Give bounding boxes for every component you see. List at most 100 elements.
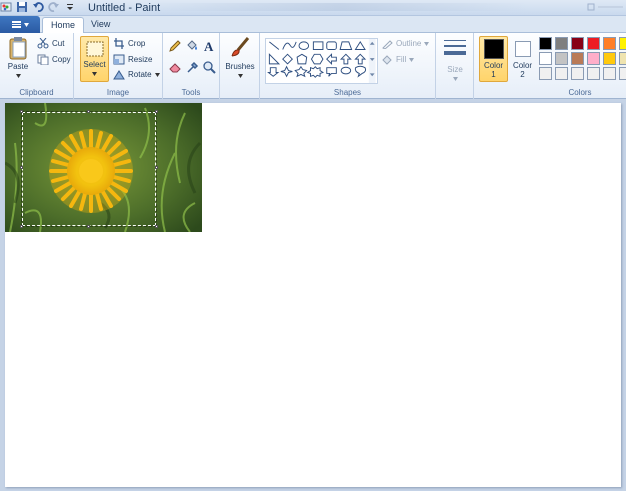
- paste-label: Paste: [7, 62, 29, 71]
- palette-swatch[interactable]: [571, 37, 584, 50]
- resize-handle[interactable]: [87, 225, 90, 228]
- palette-swatch[interactable]: [587, 67, 600, 80]
- fill-button[interactable]: Fill: [381, 54, 415, 65]
- resize-handle[interactable]: [155, 110, 158, 113]
- palette-swatch[interactable]: [555, 67, 568, 80]
- resize-handle[interactable]: [87, 110, 90, 113]
- outline-button[interactable]: Outline: [381, 38, 430, 49]
- quick-access-toolbar: [0, 1, 76, 13]
- resize-handle[interactable]: [20, 110, 23, 113]
- palette-swatch[interactable]: [603, 67, 616, 80]
- ribbon-tab-bar: Home View: [0, 16, 626, 34]
- color-2-swatch: [514, 41, 531, 57]
- chevron-down-icon: [452, 77, 458, 81]
- eraser-icon[interactable]: [168, 60, 182, 74]
- tools-group-label: Tools: [181, 88, 201, 97]
- resize-handle[interactable]: [155, 166, 158, 169]
- copy-label: Copy: [52, 55, 71, 64]
- colors-group-label: Colors: [568, 88, 592, 97]
- clipboard-group-label: Clipboard: [19, 88, 54, 97]
- pencil-icon[interactable]: [168, 39, 182, 53]
- palette-swatch[interactable]: [619, 67, 626, 80]
- outline-icon: [382, 40, 393, 49]
- file-menu-icon: [11, 21, 21, 28]
- ribbon: Paste Cut Copy Clipboard Select Crop Res…: [0, 33, 626, 99]
- tab-home[interactable]: Home: [42, 17, 85, 34]
- copy-button[interactable]: Copy: [37, 54, 71, 65]
- undo-icon[interactable]: [32, 1, 44, 13]
- palette-swatch[interactable]: [555, 37, 568, 50]
- chevron-down-icon: [15, 74, 21, 78]
- cut-label: Cut: [52, 39, 65, 48]
- image-group: Select Crop Resize Rotate Image: [74, 33, 163, 99]
- fill-bucket-icon[interactable]: [185, 39, 199, 53]
- resize-handle[interactable]: [20, 166, 23, 169]
- window-controls-icon[interactable]: [586, 2, 626, 12]
- crop-icon: [114, 38, 124, 49]
- line-size-icon: [444, 40, 466, 55]
- magnifier-icon[interactable]: [202, 60, 216, 74]
- resize-handle[interactable]: [155, 225, 158, 228]
- color-2-button[interactable]: Color 2: [510, 37, 535, 83]
- select-button[interactable]: Select: [80, 36, 109, 82]
- paste-icon: [9, 37, 27, 60]
- selection-rectangle[interactable]: [20, 110, 158, 228]
- resize-handle[interactable]: [20, 225, 23, 228]
- size-group: Size: [436, 33, 474, 99]
- chevron-down-icon: [424, 41, 430, 46]
- select-label: Select: [83, 60, 106, 69]
- customize-qat-icon[interactable]: [64, 1, 76, 13]
- paste-button[interactable]: Paste: [4, 36, 32, 80]
- fill-icon: [382, 55, 392, 65]
- save-icon[interactable]: [16, 1, 28, 13]
- palette-swatch[interactable]: [603, 37, 616, 50]
- text-icon[interactable]: A: [202, 39, 216, 53]
- color-1-label: Color: [483, 61, 504, 70]
- fill-label: Fill: [396, 55, 407, 64]
- redo-icon[interactable]: [48, 1, 60, 13]
- palette-swatch[interactable]: [587, 37, 600, 50]
- color-1-swatch: [483, 39, 504, 59]
- palette-swatch[interactable]: [539, 67, 552, 80]
- outline-label: Outline: [396, 39, 422, 48]
- file-menu-button[interactable]: [0, 16, 40, 33]
- shapes-gallery[interactable]: [265, 38, 378, 84]
- colors-group: Color 1 Color 2 Colors: [474, 33, 626, 99]
- copy-icon: [37, 54, 49, 65]
- crop-label: Crop: [128, 39, 146, 48]
- color-picker-icon[interactable]: [185, 60, 199, 74]
- palette-swatch[interactable]: [555, 52, 568, 65]
- resize-icon: [113, 54, 125, 65]
- cut-button[interactable]: Cut: [37, 38, 64, 49]
- chevron-down-icon: [92, 72, 97, 76]
- palette-swatch[interactable]: [539, 52, 552, 65]
- tools-group: A Tools: [163, 33, 220, 99]
- resize-button[interactable]: Resize: [113, 54, 152, 65]
- palette-swatch[interactable]: [571, 67, 584, 80]
- palette-swatch[interactable]: [587, 52, 600, 65]
- color-2-number: 2: [520, 70, 525, 79]
- palette-swatch[interactable]: [619, 37, 626, 50]
- brushes-button[interactable]: Brushes: [224, 36, 256, 80]
- brushes-group: Brushes: [220, 33, 260, 99]
- color-2-label: Color: [512, 61, 533, 70]
- color-1-button[interactable]: Color 1: [479, 36, 508, 82]
- palette-swatch[interactable]: [603, 52, 616, 65]
- palette-swatch[interactable]: [571, 52, 584, 65]
- shapes-group-label: Shapes: [333, 88, 362, 97]
- tab-view[interactable]: View: [83, 17, 118, 33]
- chevron-down-icon: [154, 72, 160, 77]
- paint-app-icon[interactable]: [0, 1, 12, 13]
- palette-swatch[interactable]: [539, 37, 552, 50]
- drawing-canvas[interactable]: [5, 103, 621, 487]
- canvas-area[interactable]: [0, 99, 626, 491]
- scissors-icon: [37, 38, 49, 49]
- clipboard-group: Paste Cut Copy Clipboard: [0, 33, 74, 99]
- palette-swatch[interactable]: [619, 52, 626, 65]
- chevron-down-icon: [237, 74, 243, 78]
- resize-label: Resize: [128, 55, 153, 64]
- image-group-label: Image: [106, 88, 130, 97]
- rotate-button[interactable]: Rotate: [113, 69, 160, 80]
- size-button[interactable]: Size: [442, 38, 468, 83]
- crop-button[interactable]: Crop: [113, 38, 145, 49]
